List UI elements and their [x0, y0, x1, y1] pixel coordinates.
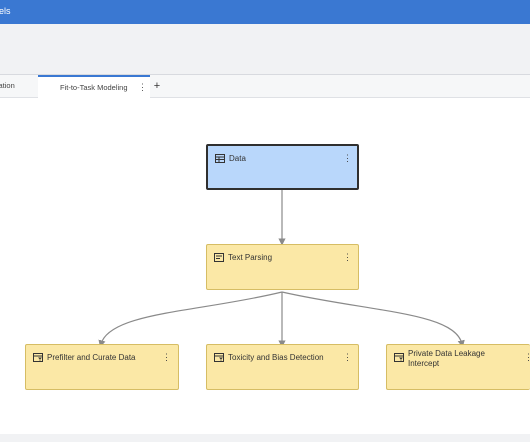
tab-bar: ration Fit-to-Task Modeling ⋮ +	[0, 75, 530, 98]
toolbar	[0, 24, 530, 75]
node-private-data-leakage[interactable]: Private Data Leakage Intercept ⋮	[386, 344, 530, 390]
app-header: els	[0, 0, 530, 24]
node-label: Private Data Leakage Intercept	[408, 349, 485, 369]
node-prefilter[interactable]: Prefilter and Curate Data ⋮	[25, 344, 179, 390]
table-icon	[215, 154, 225, 163]
filter-table-icon	[394, 353, 404, 362]
node-label: Toxicity and Bias Detection	[228, 353, 324, 362]
node-data[interactable]: Data ⋮	[206, 144, 359, 190]
tab-label: Fit-to-Task Modeling	[60, 83, 128, 92]
node-label-line1: Private Data Leakage	[408, 349, 485, 358]
node-label: Prefilter and Curate Data	[47, 353, 136, 362]
node-menu-icon[interactable]: ⋮	[343, 352, 352, 363]
add-tab-button[interactable]: +	[151, 75, 163, 97]
filter-table-icon	[33, 353, 43, 362]
tab-fit-to-task-modeling[interactable]: Fit-to-Task Modeling ⋮	[38, 75, 150, 98]
node-label: Data	[229, 154, 246, 163]
status-strip	[0, 434, 530, 442]
pipeline-canvas[interactable]: Data ⋮ Text Parsing ⋮ Prefilter and Cura…	[0, 98, 530, 432]
node-text-parsing[interactable]: Text Parsing ⋮	[206, 244, 359, 290]
filter-table-icon	[214, 353, 224, 362]
node-menu-icon[interactable]: ⋮	[162, 352, 171, 363]
tab-exploration[interactable]: ration	[0, 75, 36, 97]
text-icon	[214, 253, 224, 262]
link-text-parsing-to-private-data	[281, 291, 465, 348]
app-title: els	[0, 6, 11, 16]
node-toxicity[interactable]: Toxicity and Bias Detection ⋮	[206, 344, 359, 390]
tab-label: ration	[0, 81, 15, 90]
node-menu-icon[interactable]: ⋮	[343, 153, 352, 164]
node-label-line2: Intercept	[408, 359, 440, 368]
node-label: Text Parsing	[228, 253, 273, 262]
node-menu-icon[interactable]: ⋮	[343, 252, 352, 263]
tab-menu-icon[interactable]: ⋮	[138, 77, 147, 98]
link-text-parsing-to-prefilter	[98, 291, 283, 348]
node-menu-icon[interactable]: ⋮	[524, 352, 530, 363]
